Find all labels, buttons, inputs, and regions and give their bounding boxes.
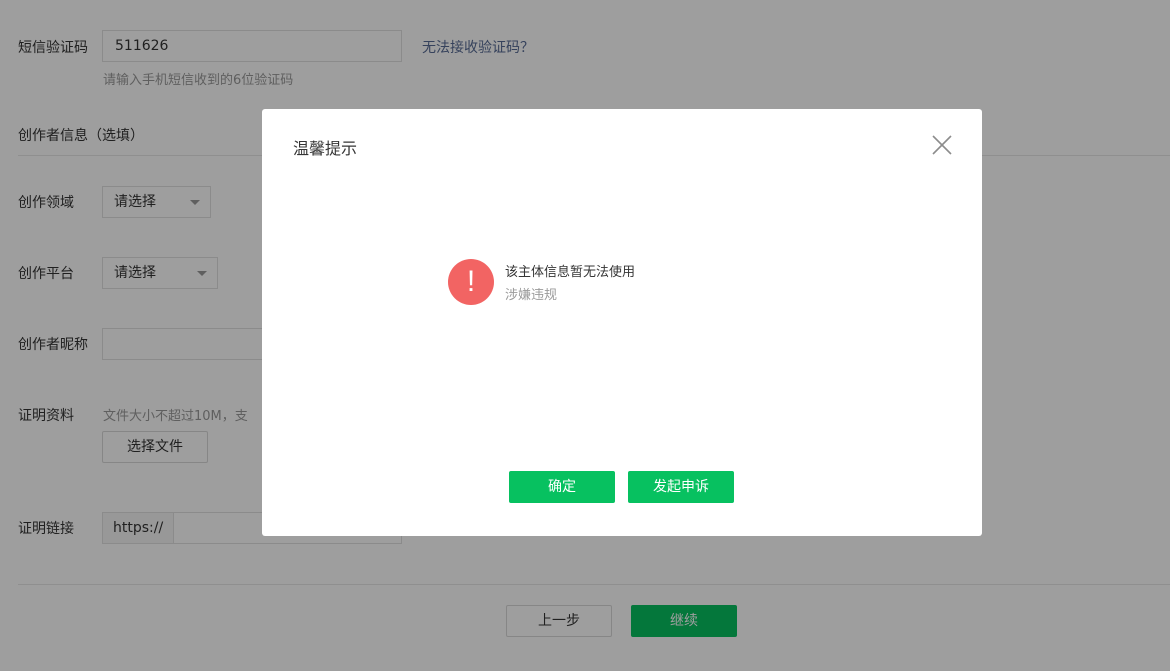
dialog-title: 温馨提示 (293, 139, 358, 158)
dialog-message: 该主体信息暂无法使用 (505, 265, 636, 280)
appeal-button[interactable]: 发起申诉 (628, 471, 734, 503)
warning-icon: ! (448, 259, 494, 305)
warning-dialog: 温馨提示 ! 该主体信息暂无法使用 涉嫌违规 确定 发起申诉 (262, 109, 982, 536)
close-icon[interactable] (932, 135, 952, 155)
dialog-reason: 涉嫌违规 (505, 288, 558, 303)
confirm-button[interactable]: 确定 (509, 471, 615, 503)
